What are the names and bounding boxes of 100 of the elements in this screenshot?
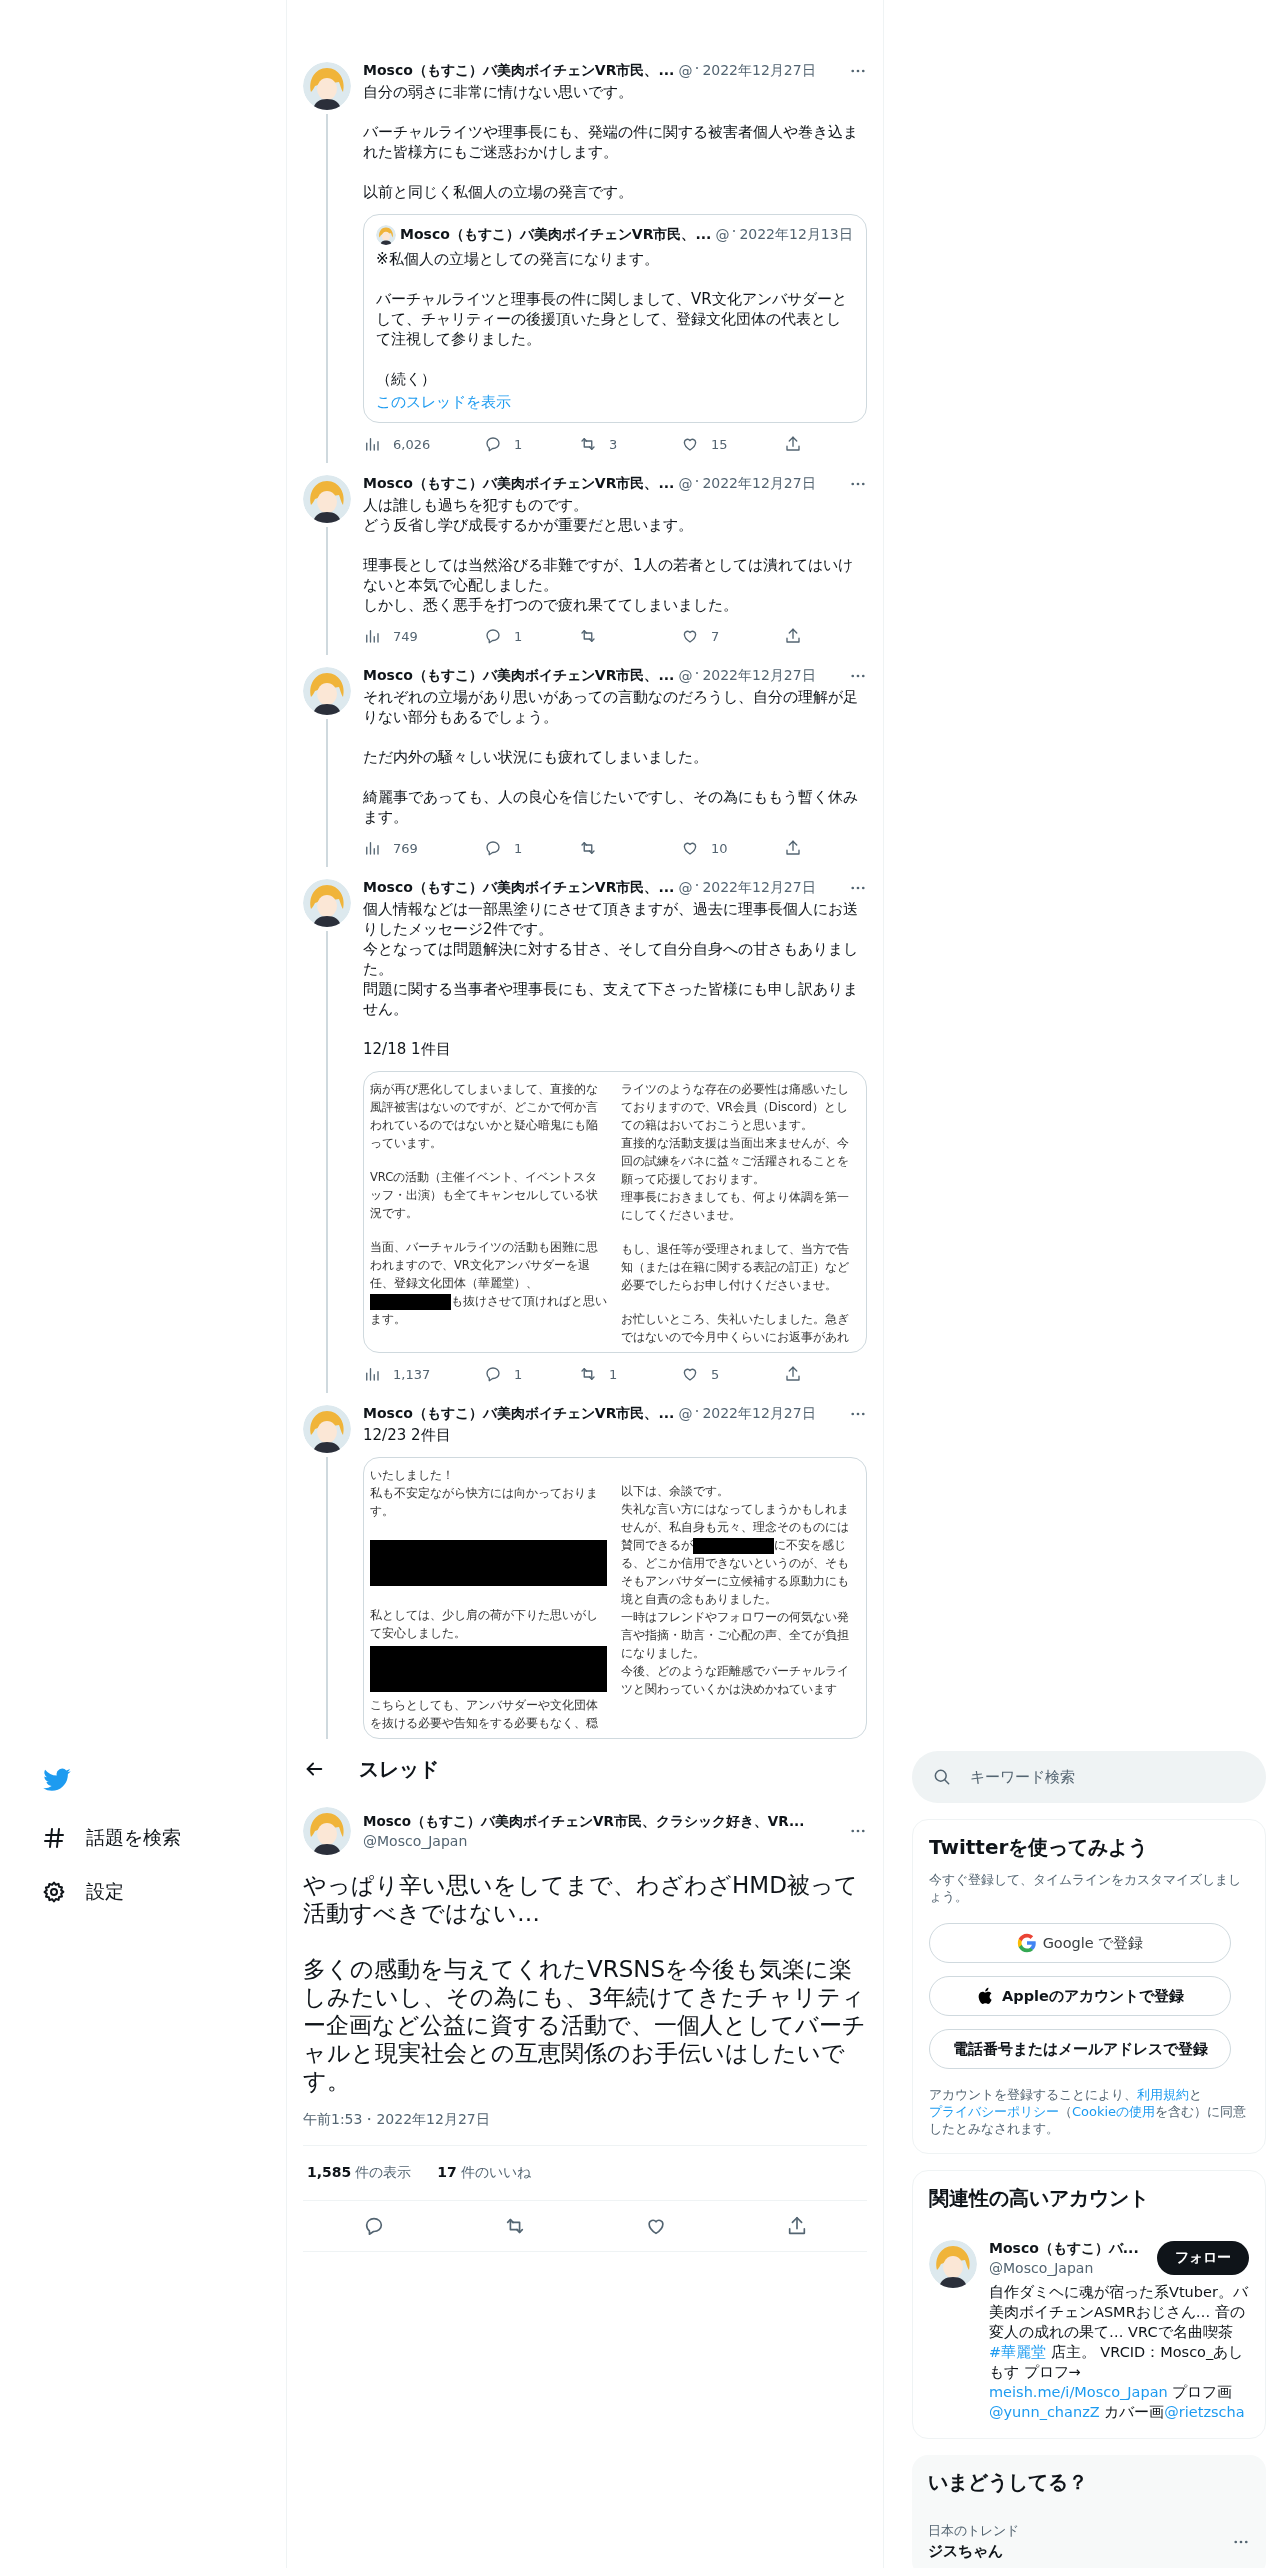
message-text: 失礼な言い方にはなってしまうかもしれませんが、私自身も元々、理念そのものには賛同できるが に不安を感じる、どこか信用できないというのが、そもそもアンバサダーに立候補する原動力にも bbox=[621, 1501, 850, 1590]
view-count: 769 bbox=[393, 840, 418, 856]
author-name[interactable]: Mosco（もすこ）バ美肉ボイチェンVR市民、... bbox=[400, 226, 712, 244]
bar-chart-icon[interactable] bbox=[363, 1365, 381, 1383]
follow-button[interactable]: フォロー bbox=[1157, 2241, 1249, 2275]
signup-button[interactable]: Appleのアカウントで登録 bbox=[929, 1976, 1231, 2016]
tweet-text: 多くの感動を与えてくれたVRSNSを今後も気楽に楽しみたいし、その為にも、3年続けてきたチャリティー企画など公益に資する活動で、一個人としてバーチャルと現実社会との互恵関係のお手伝いはしたいです。 bbox=[303, 1955, 867, 2095]
avatar[interactable] bbox=[303, 1807, 351, 1855]
like-count: 7 bbox=[711, 628, 720, 644]
author-name[interactable]: Mosco（もすこ）バ美肉ボイチェンVR市民、... bbox=[363, 475, 675, 493]
view-count: 1,137 bbox=[393, 1366, 431, 1382]
g-logo-icon bbox=[1016, 1933, 1037, 1953]
avatar[interactable] bbox=[303, 879, 351, 927]
share-icon[interactable] bbox=[784, 435, 802, 453]
author-name[interactable]: Mosco（もすこ）バ美肉ボイチェンVR市民、クラシック好き、VR... bbox=[363, 1813, 805, 1831]
tweet-date[interactable]: 2022年12月27日 bbox=[702, 475, 816, 493]
avatar[interactable] bbox=[376, 225, 396, 245]
signup-button[interactable]: Google で登録 bbox=[929, 1923, 1231, 1963]
message-text: もし、退任等が受理されまして、当方で告知（または在籍に関する表記の訂正）など必要でしたらお申し付けくださいませ。 bbox=[621, 1241, 850, 1294]
author-handle[interactable]: @ bbox=[715, 227, 730, 243]
tweet-date[interactable]: 2022年12月27日 bbox=[702, 1405, 816, 1423]
share-icon[interactable] bbox=[784, 627, 802, 645]
search-field[interactable]: キーワード検索 bbox=[912, 1751, 1266, 1803]
share-icon[interactable] bbox=[784, 839, 802, 857]
nav-item[interactable]: 話題を検索 bbox=[34, 1813, 286, 1863]
author-name[interactable]: Mosco（もすこ）バ美肉ボイチェンVR市民、... bbox=[363, 879, 675, 897]
card-title: Twitterを使ってみよう bbox=[929, 1834, 1150, 1861]
author-handle[interactable]: @ bbox=[678, 880, 693, 896]
message-text: 私も不安定ながら快方には向かっております。 bbox=[370, 1485, 599, 1520]
retweet-count: 1 bbox=[609, 1366, 618, 1382]
signup-button[interactable]: 電話番号またはメールアドレスで登録 bbox=[929, 2029, 1231, 2069]
quoted-text: （続く） bbox=[376, 369, 437, 389]
likes-label[interactable]: 件のいいね bbox=[460, 2164, 531, 2182]
account-name[interactable]: Mosco（もすこ）バ... bbox=[989, 2240, 1139, 2258]
bar-chart-icon[interactable] bbox=[363, 435, 381, 453]
view-count: 6,026 bbox=[393, 436, 431, 452]
tweet-text: それぞれの立場があり思いがあっての言動なのだろうし、自分の理解が足りない部分もあるでしょう。 bbox=[363, 687, 859, 727]
speech-bubble-icon[interactable] bbox=[484, 839, 502, 857]
tweet-text: 個人情報などは一部黒塗りにさせて頂きますが、過去に理事長個人にお送りしたメッセージ2件です。 bbox=[363, 899, 859, 939]
message-text: 境と自責の念もありました。 bbox=[621, 1591, 778, 1608]
tweet-date[interactable]: 2022年12月27日 bbox=[702, 667, 816, 685]
like-count[interactable]: 17 bbox=[437, 2164, 457, 2182]
retweet-icon[interactable] bbox=[579, 627, 597, 645]
message-text: 直接的な活動支援は当面出来ませんが、今回の試練をバネに益々ご活躍されることを願って応援しております。 bbox=[621, 1135, 850, 1188]
message-text: お忙しいところ、失礼いたしました。急ぎではないので今月中くらいにお返事があれ bbox=[621, 1311, 850, 1346]
tweet-date[interactable]: 2022年12月27日 bbox=[702, 62, 816, 80]
hashtag-icon bbox=[42, 1826, 66, 1850]
retweet-icon[interactable] bbox=[579, 1365, 597, 1383]
like-count: 5 bbox=[711, 1366, 720, 1382]
tweet-text: 12/23 2件目 bbox=[363, 1425, 452, 1445]
quoted-text: バーチャルライツと理事長の件に関しまして、VR文化アンバサダーとして、チャリティーの後援頂いた身として、登録文化団体の代表として注視して参りました。 bbox=[376, 289, 848, 349]
avatar[interactable] bbox=[303, 1405, 351, 1453]
tweet-text: ただ内外の騒々しい状況にも疲れてしまいました。 bbox=[363, 747, 709, 767]
message-text: VRCの活動（主催イベント、イベントスタッフ・出演）も全てキャンセルしている状況です。 bbox=[370, 1169, 599, 1222]
account-handle[interactable]: @Mosco_Japan bbox=[989, 2260, 1139, 2276]
view-count: 1,585 bbox=[307, 2164, 352, 2182]
tweet-text: 理事長としては当然浴びる非難ですが、1人の若者としては潰れてはいけないと本気で心配しました。 bbox=[363, 555, 854, 595]
author-name[interactable]: Mosco（もすこ）バ美肉ボイチェンVR市民、... bbox=[363, 667, 675, 685]
message-text: 病が再び悪化してしまいまして、直接的な風評被害はないのですが、どこかで何か言われているのではないかと疑心暗鬼にも陥っています。 bbox=[370, 1081, 599, 1152]
speech-bubble-icon[interactable] bbox=[484, 435, 502, 453]
quoted-tweet[interactable]: Mosco（もすこ）バ美肉ボイチェンVR市民、... @ 2022年12月13日 ※私個人の立場としての発言になります。 バーチャルライツと理事長の件に関しまして、VR文化アンバサダーとして、チャリティーの後援頂いた身として、登録文化団体の代表として注視して参りました。 （続く） このスレッドを表示 bbox=[363, 214, 867, 423]
author-name[interactable]: Mosco（もすこ）バ美肉ボイチェンVR市民、... bbox=[363, 62, 675, 80]
reply-count: 1 bbox=[514, 436, 523, 452]
retweet-count: 3 bbox=[609, 436, 618, 452]
like-count: 15 bbox=[711, 436, 728, 452]
bar-chart-icon[interactable] bbox=[363, 627, 381, 645]
tweet-text: 綺麗事であっても、人の良心を信じたいですし、その為にももう暫く休みます。 bbox=[363, 787, 859, 827]
avatar[interactable] bbox=[929, 2240, 977, 2288]
message-text: 私としては、少し肩の荷が下りた思いがして安心しました。 bbox=[370, 1607, 599, 1642]
retweet-icon[interactable] bbox=[579, 435, 597, 453]
tweet-date[interactable]: 2022年12月13日 bbox=[739, 226, 853, 244]
avatar[interactable] bbox=[303, 62, 351, 110]
nav-item[interactable]: 設定 bbox=[34, 1867, 286, 1917]
settings-icon bbox=[42, 1880, 66, 1904]
message-text: 以下は、余談です。 bbox=[621, 1483, 730, 1500]
tweet-text: 以前と同じく私個人の立場の発言です。 bbox=[363, 182, 634, 202]
avatar[interactable] bbox=[303, 475, 351, 523]
tweet-timestamp[interactable]: 午前1:53・2022年12月27日 bbox=[303, 2111, 867, 2129]
author-handle[interactable]: @ bbox=[678, 63, 693, 79]
tweet-text: どう反省し学び成長するかが重要だと思います。 bbox=[363, 515, 694, 535]
author-handle[interactable]: @ bbox=[678, 476, 693, 492]
speech-bubble-icon[interactable] bbox=[484, 627, 502, 645]
search-icon bbox=[932, 1767, 952, 1787]
author-name[interactable]: Mosco（もすこ）バ美肉ボイチェンVR市民、... bbox=[363, 1405, 675, 1423]
message-text: ライツのような存在の必要性は痛感いたしておりますので、VR会員（Discord）としての籍はおいておこうと思います。 bbox=[621, 1081, 850, 1134]
quoted-text: ※私個人の立場としての発言になります。 bbox=[376, 249, 660, 269]
tweet-date[interactable]: 2022年12月27日 bbox=[702, 879, 816, 897]
avatar[interactable] bbox=[303, 667, 351, 715]
speech-bubble-icon[interactable] bbox=[484, 1365, 502, 1383]
message-screenshot[interactable] bbox=[363, 1071, 867, 1353]
page-title: スレッド bbox=[359, 1755, 439, 1783]
retweet-icon[interactable] bbox=[579, 839, 597, 857]
views-label: 件の表示 bbox=[355, 2164, 412, 2182]
author-handle[interactable]: @Mosco_Japan bbox=[363, 1833, 805, 1849]
author-handle[interactable]: @ bbox=[678, 1406, 693, 1422]
share-icon[interactable] bbox=[784, 1365, 802, 1383]
author-handle[interactable]: @ bbox=[678, 668, 693, 684]
bar-chart-icon[interactable] bbox=[363, 839, 381, 857]
message-screenshot[interactable] bbox=[363, 1457, 867, 1739]
trend-name[interactable]: ジスちゃん bbox=[928, 2542, 1019, 2561]
